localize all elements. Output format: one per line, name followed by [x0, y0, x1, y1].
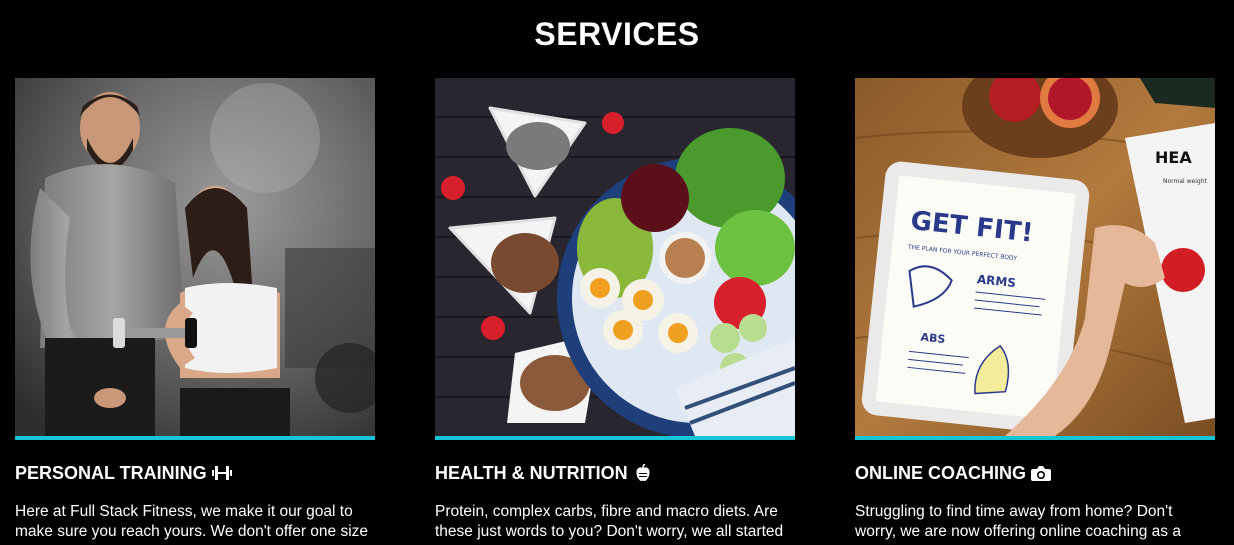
card-heading: ONLINE COACHING: [855, 462, 1215, 484]
card-description: Here at Full Stack Fitness, we make it o…: [15, 503, 369, 540]
card-description: Protein, complex carbs, fibre and macro …: [435, 503, 784, 540]
card-heading: HEALTH & NUTRITION: [435, 462, 795, 484]
service-card-health-nutrition: HEALTH & NUTRITION Protein, complex carb…: [435, 78, 795, 542]
personal-trainer-photo: [15, 78, 375, 440]
card-description: Struggling to find time away from home? …: [855, 503, 1181, 540]
camera-icon: [1031, 464, 1051, 482]
service-card-online-coaching: GET FIT! THE PLAN FOR YOUR PERFECT BODY …: [855, 78, 1215, 542]
section-title: SERVICES: [534, 16, 700, 52]
services-section: SERVICES PERSONAL TRAINING Here at Full …: [0, 0, 1234, 545]
card-heading-text: HEALTH & NUTRITION: [435, 463, 628, 483]
card-heading-text: ONLINE COACHING: [855, 463, 1026, 483]
tablet-get-fit-photo: GET FIT! THE PLAN FOR YOUR PERFECT BODY …: [855, 78, 1215, 440]
paper-title: HEA: [1155, 148, 1192, 167]
apple-icon: [633, 464, 653, 482]
healthy-food-photo: [435, 78, 795, 440]
service-card-personal-training: PERSONAL TRAINING Here at Full Stack Fit…: [15, 78, 375, 542]
dumbbell-icon: [211, 464, 232, 482]
card-heading-text: PERSONAL TRAINING: [15, 463, 207, 483]
paper-subtitle: Normal weight: [1163, 178, 1207, 185]
tablet-abs-label: ABS: [920, 331, 946, 347]
card-heading: PERSONAL TRAINING: [15, 462, 375, 484]
